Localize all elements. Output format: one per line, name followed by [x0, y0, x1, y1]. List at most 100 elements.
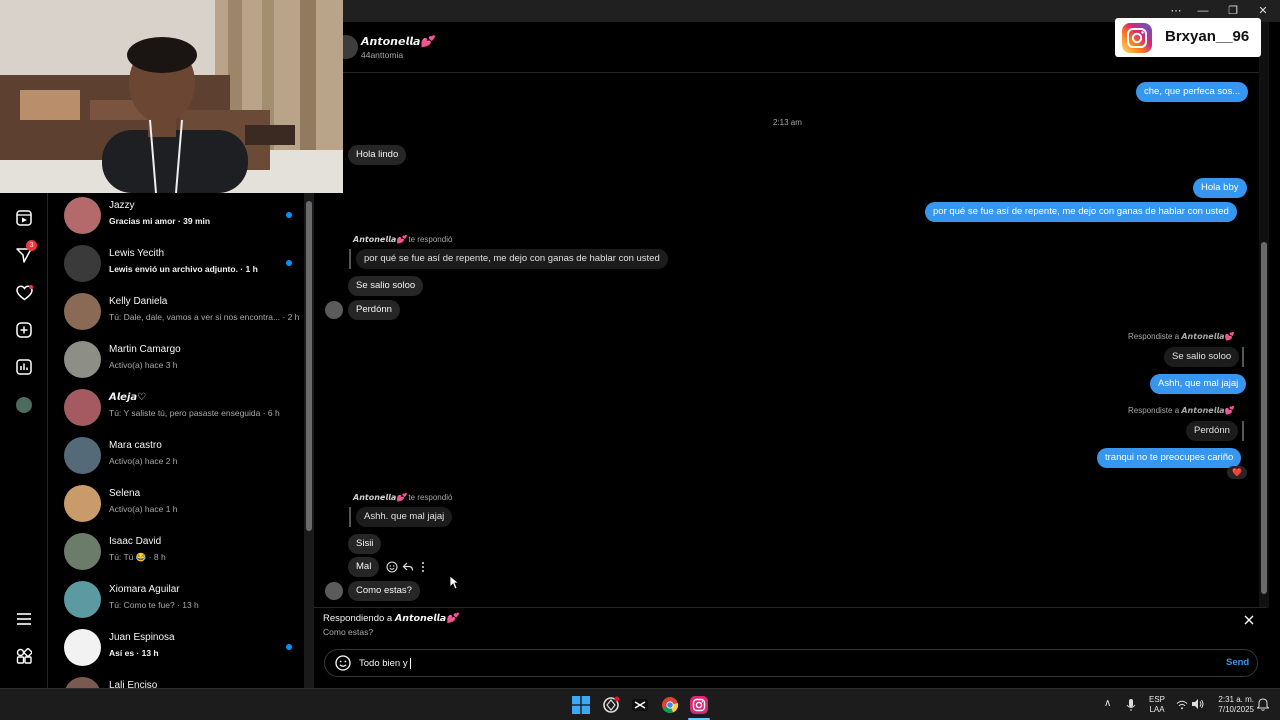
conversation-item[interactable]: 𝘼𝙡𝙚𝙟𝙖♡ Tú: Y saliste tú, pero pasaste en… [48, 385, 304, 433]
conversation-item[interactable]: Martin Camargo Activo(a) hace 3 h [48, 337, 304, 385]
conversation-item[interactable]: Lali Enciso [48, 673, 304, 688]
message-input[interactable]: Todo bien y [359, 658, 411, 669]
reels-icon[interactable] [13, 207, 35, 229]
replying-to-text: Como estas? [323, 627, 374, 637]
message-outgoing[interactable]: Hola bby [1193, 178, 1247, 198]
capcut-icon[interactable] [631, 696, 649, 714]
replying-to-bar: Respondiendo a 𝘼𝙣𝙩𝙤𝙣𝙚𝙡𝙡𝙖💕 Como estas? [314, 607, 1266, 643]
avatar [64, 629, 101, 666]
quoted-message[interactable]: Perdónn [1186, 421, 1238, 441]
conversation-list-scrollbar[interactable] [304, 193, 314, 688]
conversation-item[interactable]: Selena Activo(a) hace 1 h [48, 481, 304, 529]
avatar [64, 389, 101, 426]
cancel-reply-close-icon[interactable] [1244, 614, 1254, 628]
conversation-item[interactable]: Isaac David Tú: Tú 😂 · 8 h [48, 529, 304, 577]
conversation-item[interactable]: Mara castro Activo(a) hace 2 h [48, 433, 304, 481]
microphone-icon[interactable] [1126, 698, 1136, 715]
conversation-item[interactable]: Lewis Yecith Lewis envió un archivo adju… [48, 241, 304, 289]
unread-dot [286, 644, 292, 650]
avatar [64, 197, 101, 234]
message-incoming[interactable]: Sisii [348, 534, 382, 554]
avatar [64, 437, 101, 474]
unread-dot [286, 212, 292, 218]
input-language[interactable]: ESP LAA [1146, 695, 1168, 715]
conversation-name: Mara castro [109, 440, 162, 451]
message-outgoing[interactable]: por qué se fue así de repente, me dejo c… [925, 202, 1237, 222]
contact-avatar-small [325, 582, 343, 600]
conversation-item[interactable]: Juan Espinosa Así es · 13 h [48, 625, 304, 673]
conversation-name: Juan Espinosa [109, 632, 175, 643]
reply-meta: Respondiste a 𝘼𝙣𝙩𝙤𝙣𝙚𝙡𝙡𝙖💕 [1128, 406, 1235, 415]
volume-icon[interactable] [1191, 698, 1205, 713]
conversation-preview: Así es · 13 h [109, 648, 159, 658]
instagram-logo-icon [1122, 23, 1152, 53]
instagram-taskbar-icon[interactable] [690, 696, 708, 714]
quoted-message[interactable]: por qué se fue así de repente, me dejo c… [356, 249, 668, 269]
more-options-icon[interactable] [420, 561, 426, 576]
chrome-icon[interactable] [661, 696, 679, 714]
message-composer: Todo bien y Send [324, 649, 1258, 677]
conversation-item[interactable]: Xiomara Aguilar Tú: Como te fue? · 13 h [48, 577, 304, 625]
replying-to-label: Respondiendo a 𝘼𝙣𝙩𝙤𝙣𝙚𝙡𝙡𝙖💕 [323, 613, 458, 624]
message-outgoing[interactable]: tranqui no te preocupes cariño [1097, 448, 1242, 468]
avatar [64, 293, 101, 330]
menu-icon[interactable] [13, 608, 35, 630]
webcam-overlay [0, 0, 343, 193]
avatar [64, 581, 101, 618]
more-apps-icon[interactable] [13, 645, 35, 667]
avatar [64, 245, 101, 282]
conversation-name: Selena [109, 488, 141, 499]
avatar [64, 341, 101, 378]
send-button[interactable]: Send [1226, 657, 1249, 668]
message-incoming[interactable]: Perdónn [348, 300, 400, 320]
create-icon[interactable] [13, 319, 35, 341]
insights-icon[interactable] [13, 356, 35, 378]
profile-avatar-icon[interactable] [13, 394, 35, 416]
reply-arrow-icon[interactable] [402, 561, 414, 576]
windows-taskbar: ∧ ESP LAA 2:31 a. m. 7/10/2025 [0, 688, 1280, 720]
conversation-name: Martin Camargo [109, 344, 181, 355]
clock[interactable]: 2:31 a. m. 7/10/2025 [1210, 695, 1254, 715]
conversation-preview: Activo(a) hace 1 h [109, 504, 178, 514]
message-incoming[interactable]: Mal [348, 557, 380, 577]
chat-scrollbar[interactable] [1259, 22, 1269, 608]
react-emoji-icon[interactable] [386, 561, 398, 576]
conversation-list: Jazzy Gracias mi amor · 39 min Lewis Yec… [48, 193, 304, 688]
contact-name[interactable]: 𝘼𝙣𝙩𝙤𝙣𝙚𝙡𝙡𝙖💕 [361, 35, 434, 48]
conversation-preview: Activo(a) hace 3 h [109, 360, 178, 370]
reply-meta: Respondiste a 𝘼𝙣𝙩𝙤𝙣𝙚𝙡𝙡𝙖💕 [1128, 332, 1235, 341]
quoted-message[interactable]: Ashh. que mal jajaj [356, 507, 453, 527]
message-outgoing[interactable]: Ashh, que mal jajaj [1150, 374, 1247, 394]
conversation-name: 𝘼𝙡𝙚𝙟𝙖♡ [109, 392, 147, 403]
windows-start-icon[interactable] [572, 696, 590, 714]
conversation-name: Xiomara Aguilar [109, 584, 180, 595]
message-outgoing[interactable]: che, que perfeca sos... [1136, 82, 1249, 102]
notifications-heart-icon[interactable] [13, 282, 35, 304]
conversation-item[interactable]: Jazzy Gracias mi amor · 39 min [48, 193, 304, 241]
instagram-handle: Brxyan__96 [1165, 28, 1250, 45]
contact-avatar-small [325, 301, 343, 319]
tray-overflow-chevron[interactable]: ∧ [1104, 699, 1111, 709]
notification-center-icon[interactable] [1256, 698, 1270, 714]
conversation-preview: Gracias mi amor · 39 min [109, 216, 211, 226]
message-incoming[interactable]: Como estas? [348, 581, 420, 601]
conversation-item[interactable]: Kelly Daniela Tú: Dale, dale, vamos a ve… [48, 289, 304, 337]
direct-messages-icon[interactable]: 3 [13, 240, 37, 266]
quoted-message[interactable]: Se salio soloo [1164, 347, 1240, 367]
reaction-heart[interactable]: ❤️ [1227, 466, 1247, 479]
message-incoming[interactable]: Se salio soloo [348, 276, 424, 296]
mouse-cursor-icon [449, 575, 460, 593]
conversation-preview: Tú: Como te fue? · 13 h [109, 600, 199, 610]
message-incoming[interactable]: Hola lindo [348, 145, 407, 165]
conversation-name: Isaac David [109, 536, 162, 547]
app-icon[interactable] [602, 696, 620, 714]
emoji-picker-icon[interactable] [335, 655, 351, 674]
unread-dot [286, 260, 292, 266]
conversation-name: Lewis Yecith [109, 248, 165, 259]
wifi-icon[interactable] [1176, 699, 1188, 713]
conversation-preview: Activo(a) hace 2 h [109, 456, 178, 466]
reply-meta: 𝘼𝙣𝙩𝙤𝙣𝙚𝙡𝙡𝙖💕 te respondió [353, 234, 453, 244]
instagram-handle-badge: Brxyan__96 [1115, 18, 1261, 57]
conversation-name: Jazzy [109, 200, 135, 211]
conversation-preview: Tú: Tú 😂 · 8 h [109, 552, 166, 562]
